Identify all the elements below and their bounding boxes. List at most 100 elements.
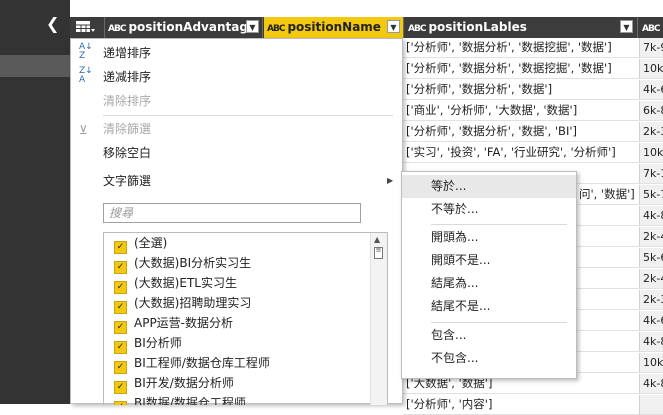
- cell-next[interactable]: 2k-4: [639, 269, 663, 288]
- contains-label: 包含...: [431, 328, 467, 342]
- menu-divider: [103, 115, 393, 116]
- text-filter-submenu: 等於... 不等於... 開頭為... 開頭不是... 結尾為... 結尾不是.…: [401, 171, 577, 379]
- menu-divider: [431, 322, 567, 323]
- text-type-icon: ABC: [108, 24, 126, 34]
- cell-next[interactable]: 2k-3: [639, 122, 663, 141]
- not-equals-label: 不等於...: [431, 202, 479, 216]
- remove-empty-item[interactable]: 移除空白: [103, 143, 151, 163]
- cell-positionLables[interactable]: ['实习', '投资', 'FA', '行业研究', '分析师']: [406, 143, 638, 162]
- chevron-down-icon[interactable]: ▼: [387, 20, 400, 33]
- cell-next[interactable]: 4k-6: [639, 311, 663, 330]
- filter-item-label: BI开发/数据分析师: [134, 376, 234, 390]
- cell-positionLables[interactable]: ['分析师', '数据分析', '数据', 'BI']: [406, 122, 638, 141]
- filter-item-label: BI分析师: [134, 336, 182, 350]
- scroll-up-icon[interactable]: ▲: [374, 235, 380, 244]
- table-row: ['商业', '分析师', '大数据', '数据']6k-8: [403, 101, 663, 121]
- sort-descending-icon: Z↓ A: [79, 66, 93, 85]
- filter-item[interactable]: ✓ APP运营-数据分析: [114, 313, 234, 334]
- filter-item[interactable]: ✓ (大数据)招聘助理实习: [114, 293, 252, 314]
- table-icon: [76, 21, 95, 32]
- not-ends-with-label: 結尾不是...: [431, 299, 491, 313]
- column-header-positionLables[interactable]: ABC positionLables ▼: [405, 17, 638, 38]
- queries-pane: ❮: [0, 0, 70, 404]
- column-header-bar: ABC positionAdvantage ▼ ABC positionName ▼…: [70, 17, 663, 38]
- cell-next[interactable]: 4k-8: [639, 206, 663, 225]
- cell-next[interactable]: 2k-3: [639, 290, 663, 309]
- chevron-down-icon[interactable]: ▼: [620, 20, 633, 33]
- clear-sort-item[interactable]: 清除排序: [103, 91, 151, 111]
- checkbox[interactable]: ✓: [114, 401, 127, 405]
- menu-divider: [431, 224, 567, 225]
- search-input[interactable]: 搜尋: [103, 203, 361, 223]
- cell-positionLables[interactable]: ['商业', '分析师', '大数据', '数据']: [406, 101, 638, 120]
- ends-with-label: 結尾為...: [431, 276, 479, 290]
- selected-query-item[interactable]: [0, 55, 70, 77]
- table-row: ['分析师', '数据分析', '数据', 'BI']2k-3: [403, 122, 663, 142]
- filter-item[interactable]: ✓BI数据/数据仓工程师: [114, 393, 246, 405]
- sort-ascending-item[interactable]: 递增排序: [103, 43, 151, 63]
- cell-positionLables[interactable]: ['分析师', '数据分析', '数据挖掘', '数据']: [406, 38, 638, 57]
- begins-with-item[interactable]: 開頭為...: [402, 226, 576, 249]
- cell-next[interactable]: 10k-: [639, 353, 663, 372]
- clear-filter-item[interactable]: 清除篩選: [103, 119, 151, 139]
- not-equals-item[interactable]: 不等於...: [402, 198, 576, 221]
- filter-item[interactable]: ✓ (大数据)ETL实习生: [114, 273, 237, 294]
- equals-label: 等於...: [431, 179, 467, 193]
- cell-positionLables[interactable]: ['分析师', '数据分析', '数据']: [406, 80, 638, 99]
- filter-item-label: (大数据)ETL实习生: [134, 276, 237, 290]
- chevron-left-icon[interactable]: ❮: [46, 16, 60, 32]
- cell-next[interactable]: 5k-6: [639, 248, 663, 267]
- filter-item[interactable]: ✓ (大数据)BI分析实习生: [114, 253, 251, 274]
- chevron-right-icon: ▶: [387, 176, 394, 185]
- table-row: ['分析师', '数据分析', '数据挖掘', '数据']7k-9: [403, 38, 663, 58]
- text-type-icon: ABC: [642, 24, 660, 34]
- filter-item[interactable]: ✓ BI开发/数据分析师: [114, 373, 234, 394]
- cell-positionLables[interactable]: ['分析师', '数据分析', '数据挖掘', '数据']: [406, 59, 638, 78]
- table-row: ['分析师', '数据分析', '数据挖掘', '数据']10k-: [403, 59, 663, 79]
- filter-item-label: BI工程师/数据仓库工程师: [134, 356, 270, 370]
- not-contains-item[interactable]: 不包含...: [402, 347, 576, 370]
- cell-next[interactable]: 4k-8: [639, 374, 663, 393]
- cell-next[interactable]: 5k-7: [639, 185, 663, 204]
- cell-next[interactable]: 4k-6: [639, 80, 663, 99]
- scrollbar[interactable]: ▲ ≡: [370, 233, 387, 405]
- cell-next[interactable]: 7k-9: [639, 38, 663, 57]
- text-type-icon: ABC: [408, 24, 426, 34]
- ends-with-item[interactable]: 結尾為...: [402, 272, 576, 295]
- table-row: ['分析师', '内容']: [403, 395, 663, 415]
- equals-item[interactable]: 等於...: [402, 175, 576, 198]
- text-filter-item[interactable]: 文字篩選: [103, 171, 151, 191]
- filter-item[interactable]: ✓ BI分析师: [114, 333, 182, 354]
- filter-item-label: APP运营-数据分析: [134, 316, 234, 330]
- contains-item[interactable]: 包含...: [402, 324, 576, 347]
- column-header-positionName[interactable]: ABC positionName ▼: [264, 17, 404, 38]
- not-ends-with-item[interactable]: 結尾不是...: [402, 295, 576, 318]
- cell-next[interactable]: 10k-: [639, 143, 663, 162]
- table-row: ['实习', '投资', 'FA', '行业研究', '分析师']10k-: [403, 143, 663, 163]
- column-filter-menu: A↓ Z 递增排序 Z↓ A 递减排序 清除排序 ⊻ 清除篩選 移除空白 文字篩選 …: [70, 38, 403, 405]
- not-contains-label: 不包含...: [431, 351, 479, 365]
- column-name: positionLables: [428, 20, 527, 34]
- cell-next[interactable]: [639, 395, 663, 414]
- sort-descending-item[interactable]: 递减排序: [103, 67, 151, 87]
- cell-positionLables[interactable]: ['分析师', '内容']: [406, 395, 638, 414]
- begins-with-label: 開頭為...: [431, 230, 479, 244]
- cell-next[interactable]: 7k-1: [639, 164, 663, 183]
- filter-item[interactable]: ✓ BI工程师/数据仓库工程师: [114, 353, 270, 374]
- cell-next[interactable]: 4k-8: [639, 332, 663, 351]
- not-begins-with-item[interactable]: 開頭不是...: [402, 249, 576, 272]
- chevron-down-icon[interactable]: ▼: [246, 20, 259, 33]
- not-begins-with-label: 開頭不是...: [431, 253, 491, 267]
- column-header-positionAdvantage[interactable]: ABC positionAdvantage ▼: [105, 17, 263, 38]
- scrollbar-thumb[interactable]: ≡: [374, 247, 383, 259]
- filter-item-label: (大数据)招聘助理实习: [134, 296, 252, 310]
- filter-item[interactable]: ✓ (全選): [114, 233, 168, 254]
- table-menu-button[interactable]: [70, 17, 105, 38]
- cell-next[interactable]: 6k-8: [639, 101, 663, 120]
- filter-item-label: (全選): [134, 236, 168, 250]
- cell-next[interactable]: 2k-4: [639, 227, 663, 246]
- cell-next[interactable]: 10k-: [639, 59, 663, 78]
- column-header-next[interactable]: ABC: [639, 17, 663, 38]
- column-name: positionAdvantage: [128, 20, 257, 34]
- filter-values-list: ✓ (全選) ✓ (大数据)BI分析实习生 ✓ (大数据)ETL实习生 ✓ (大数据)招…: [103, 232, 388, 405]
